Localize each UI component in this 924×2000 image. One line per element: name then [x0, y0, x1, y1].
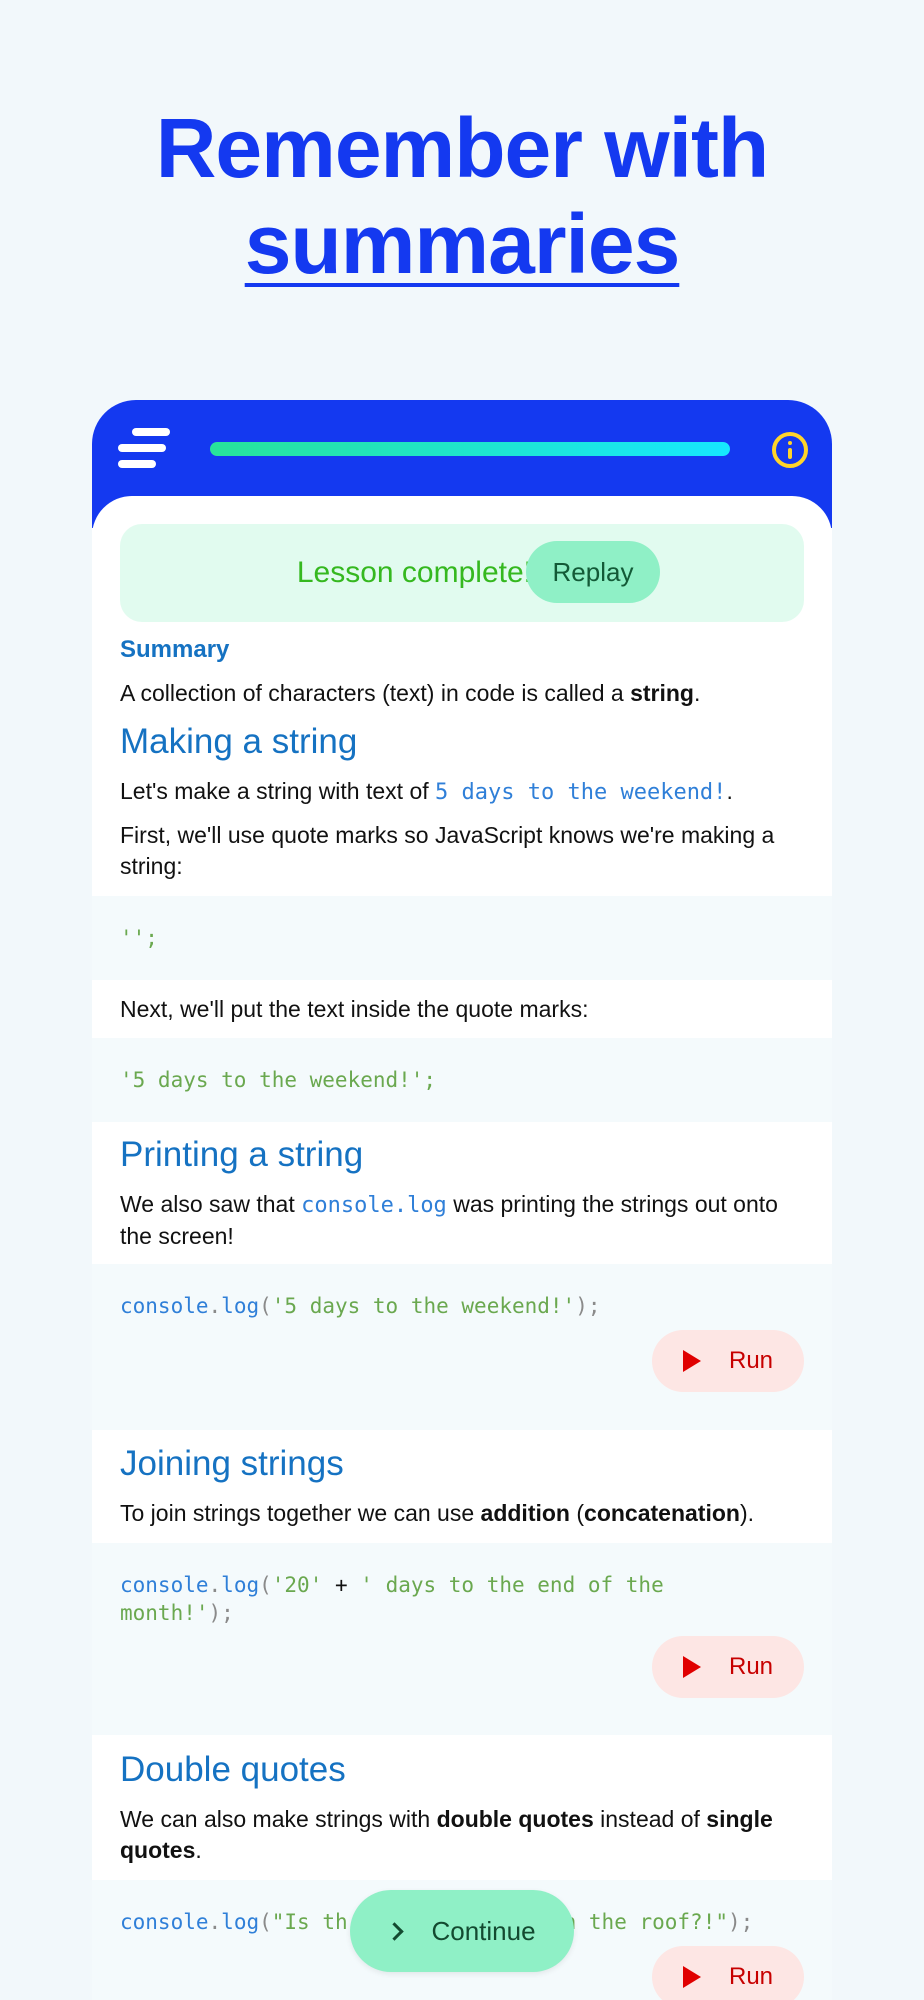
hero-heading: Remember with summaries — [0, 100, 924, 292]
summary-label: Summary — [120, 636, 230, 663]
code-line: console.log('20' + ' days to the end of … — [120, 1573, 677, 1625]
lesson-complete-text: Lesson complete! — [296, 556, 532, 589]
section-title-printing-string: Printing a string — [120, 1135, 364, 1174]
making-string-paragraph-3: Next, we'll put the text inside the quot… — [120, 996, 589, 1022]
lesson-complete-banner: Lesson complete! Replay — [120, 524, 804, 622]
play-icon — [682, 1350, 701, 1372]
continue-button[interactable]: Continue — [350, 1890, 574, 1972]
section-title-double-quotes: Double quotes — [120, 1750, 346, 1789]
code-line: console.log('5 days to the weekend!'); — [120, 1294, 601, 1318]
code-line: '5 days to the weekend!'; — [120, 1068, 437, 1092]
play-icon — [682, 1966, 701, 1988]
lesson-screen: Lesson complete! Replay Summary A collec… — [92, 400, 832, 2000]
run-button[interactable]: Run — [652, 1330, 804, 1392]
hero-line-2: summaries — [244, 197, 681, 291]
intro-paragraph: A collection of characters (text) in cod… — [120, 680, 701, 706]
menu-icon[interactable] — [118, 426, 170, 470]
making-string-paragraph-2: First, we'll use quote marks so JavaScri… — [120, 822, 775, 879]
chevron-right-icon — [385, 1921, 405, 1941]
code-block-string: '5 days to the weekend!'; — [92, 1038, 832, 1122]
joining-strings-paragraph: To join strings together we can use addi… — [120, 1500, 755, 1526]
continue-label: Continue — [431, 1915, 536, 1946]
section-title-making-string: Making a string — [120, 722, 358, 761]
lesson-progress-bar — [210, 442, 730, 456]
replay-button[interactable]: Replay — [526, 541, 660, 603]
run-button[interactable]: Run — [652, 1636, 804, 1698]
info-icon[interactable] — [772, 432, 808, 468]
code-block-console-log: console.log('5 days to the weekend!'); R… — [92, 1264, 832, 1430]
code-block-empty-string: ''; — [92, 896, 832, 980]
play-icon — [682, 1656, 701, 1678]
section-title-joining-strings: Joining strings — [120, 1444, 344, 1483]
printing-string-paragraph: We also saw that console.log was printin… — [120, 1191, 778, 1249]
making-string-paragraph-1: Let's make a string with text of 5 days … — [120, 778, 733, 805]
double-quotes-paragraph: We can also make strings with double quo… — [120, 1806, 773, 1863]
run-button[interactable]: Run — [652, 1946, 804, 2000]
hero-line-1: Remember with — [155, 101, 770, 195]
code-block-concatenation: console.log('20' + ' days to the end of … — [92, 1543, 832, 1735]
lesson-progress-fill — [210, 442, 730, 456]
code-line: ''; — [120, 926, 158, 950]
